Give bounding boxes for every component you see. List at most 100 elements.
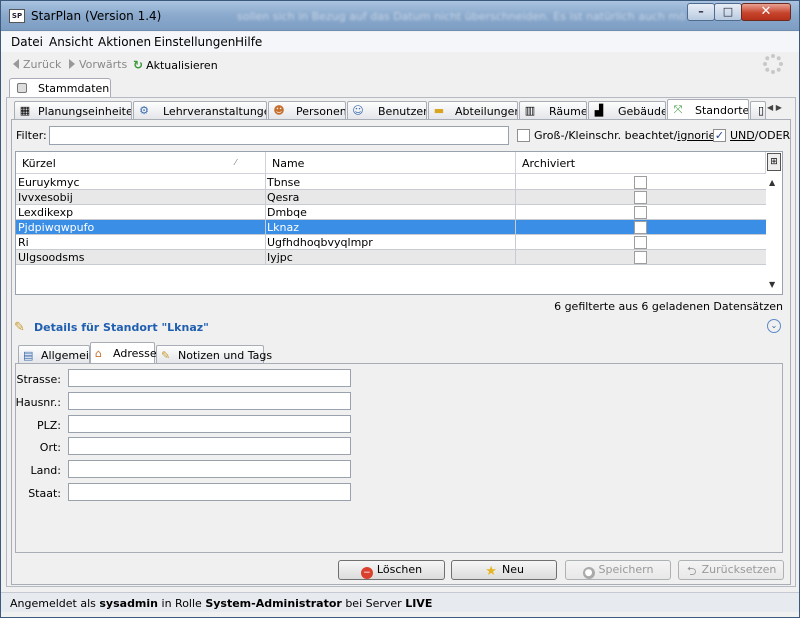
menu-aktionen[interactable]: Aktionen	[98, 35, 151, 49]
column-selector-button[interactable]: ⊞	[767, 153, 781, 171]
scroll-up-icon[interactable]: ▲	[769, 178, 775, 187]
collapse-details-button[interactable]: ⌄	[767, 319, 781, 333]
status-role: System-Administrator	[205, 597, 342, 610]
document-icon: ▯	[757, 104, 765, 117]
tab-notizen-und-tags[interactable]: ✎ Notizen und Tags	[156, 345, 272, 363]
archived-checkbox[interactable]	[634, 221, 647, 234]
forward-button[interactable]: Vorwärts	[69, 58, 127, 71]
cell-kuerzel: Ri	[18, 236, 29, 249]
column-header-label: Name	[272, 157, 305, 170]
user-icon: ☺	[352, 104, 364, 117]
table-row[interactable]: Ivvxesobij Qesra	[16, 190, 766, 205]
stammdaten-icon	[17, 83, 27, 93]
maximize-icon: □	[722, 5, 734, 18]
tab-lehrveranstaltungen[interactable]: ⚙ Lehrveranstaltungen	[133, 101, 267, 119]
tab-standorte[interactable]: ⤧ Standorte	[667, 99, 749, 120]
staat-label: Staat:	[28, 487, 61, 500]
tab-raeume[interactable]: ▥ Räume	[519, 101, 587, 119]
save-label: Speichern	[598, 563, 654, 576]
column-header-archiviert[interactable]: Archiviert	[516, 152, 766, 174]
location-icon: ⤧	[673, 103, 683, 116]
archived-checkbox[interactable]	[634, 206, 647, 219]
case-sensitive-checkbox[interactable]	[517, 129, 530, 142]
column-header-kuerzel[interactable]: Kürzel	[16, 152, 266, 174]
status-user: sysadmin	[99, 597, 159, 610]
ort-input[interactable]	[68, 437, 351, 455]
menu-ansicht[interactable]: Ansicht	[49, 35, 93, 49]
table-row[interactable]: Lexdikexp Dmbqe	[16, 205, 766, 220]
column-header-name[interactable]: Name	[266, 152, 516, 174]
grid-icon: ▦	[19, 104, 31, 117]
menu-einstellungen[interactable]: Einstellungen	[154, 35, 235, 49]
cell-name: Lknaz	[267, 221, 299, 234]
archived-checkbox[interactable]	[634, 251, 647, 264]
tab-label: Benutzer	[378, 105, 427, 118]
background-window-text: sollen sich in Bezug auf das Datum nicht…	[237, 10, 686, 23]
checkmark-icon: ✓	[714, 129, 725, 142]
cell-name: Tbnse	[267, 176, 301, 189]
table-vertical-scrollbar[interactable]: ▲ ▼	[766, 174, 782, 294]
tab-gebaeude[interactable]: ▟ Gebäude	[588, 101, 666, 119]
tab-stammdaten[interactable]: Stammdaten	[9, 78, 111, 98]
title-bar[interactable]: SP StarPlan (Version 1.4) sollen sich in…	[1, 1, 799, 31]
tab-label: Notizen und Tags	[178, 349, 273, 362]
archived-checkbox[interactable]	[634, 191, 647, 204]
reset-label: Zurücksetzen	[701, 563, 777, 576]
tab-abteilungen[interactable]: ▬ Abteilungen	[428, 101, 518, 119]
sort-indicator-icon: ⁄	[235, 158, 237, 167]
table-row[interactable]: Euruykmyc Tbnse	[16, 175, 766, 190]
archived-checkbox[interactable]	[634, 176, 647, 189]
folder-icon: ▬	[433, 104, 445, 117]
refresh-button[interactable]: ↻ Aktualisieren	[133, 58, 218, 72]
menu-datei[interactable]: Datei	[11, 35, 43, 49]
app-window: SP StarPlan (Version 1.4) sollen sich in…	[0, 0, 800, 618]
filter-input[interactable]	[49, 126, 509, 145]
archived-checkbox[interactable]	[634, 236, 647, 249]
tab-scroll-right-icon[interactable]: ▶	[776, 103, 782, 112]
tab-allgemein[interactable]: ▤ Allgemein	[18, 345, 96, 363]
toolbar: Zurück Vorwärts ↻ Aktualisieren	[1, 53, 799, 75]
hausnr-label: Hausnr.:	[15, 396, 61, 409]
save-button[interactable]: ● Speichern	[565, 560, 671, 580]
column-selector-icon: ⊞	[770, 157, 778, 167]
menu-hilfe[interactable]: Hilfe	[235, 35, 262, 49]
note-icon: ✎	[161, 349, 171, 362]
tab-scroll-left-icon[interactable]: ◀	[767, 103, 773, 112]
land-label: Land:	[30, 464, 61, 477]
tab-adresse[interactable]: ⌂ Adresse	[90, 342, 157, 364]
tab-label: Standorte	[695, 104, 749, 117]
scroll-down-icon[interactable]: ▼	[769, 280, 775, 289]
login-status: Angemeldet als sysadmin in Rolle System-…	[10, 597, 432, 610]
reset-button[interactable]: ⮌ Zurücksetzen	[678, 560, 784, 580]
list-icon: ▤	[23, 349, 34, 362]
land-input[interactable]	[68, 460, 351, 478]
tab-personen[interactable]: ☻ Personen	[268, 101, 346, 119]
und-checkbox[interactable]: ✓	[713, 129, 726, 142]
hausnr-input[interactable]	[68, 392, 351, 410]
delete-icon: −	[360, 567, 373, 579]
status-server-prefix: bei Server	[345, 597, 402, 610]
minimize-button[interactable]: –	[687, 3, 715, 21]
table-row[interactable]: Ri Ugfhdhoqbvyqlmpr	[16, 235, 766, 250]
menu-bar: Datei Ansicht Aktionen Einstellungen Hil…	[1, 32, 799, 52]
tab-overflow[interactable]: ▯	[750, 101, 766, 119]
tab-scroll-arrows[interactable]: ◀ ▶	[767, 103, 793, 119]
cell-name: Ugfhdhoqbvyqlmpr	[267, 236, 373, 249]
table-row[interactable]: Ulgsoodsms Iyjpc	[16, 250, 766, 265]
tab-planungseinheiten[interactable]: ▦ Planungseinheiten	[14, 101, 132, 119]
tab-benutzer[interactable]: ☺ Benutzer	[347, 101, 427, 119]
back-button[interactable]: Zurück	[13, 58, 61, 71]
record-count: 6 gefilterte aus 6 geladenen Datensätzen	[554, 300, 783, 313]
close-button[interactable]: ✕	[741, 3, 791, 21]
delete-button[interactable]: − Löschen	[338, 560, 445, 580]
strasse-input[interactable]	[68, 369, 351, 387]
staat-input[interactable]	[68, 483, 351, 501]
table-row-selected[interactable]: Pjdpiwqwpufo Lknaz	[16, 220, 766, 235]
chevron-double-down-icon: ⌄	[770, 321, 778, 330]
column-header-label: Kürzel	[22, 157, 56, 170]
new-button[interactable]: ★ Neu	[451, 560, 557, 580]
save-icon: ●	[582, 567, 595, 579]
plz-input[interactable]	[68, 415, 351, 433]
maximize-button[interactable]: □	[714, 3, 742, 21]
column-divider	[265, 174, 266, 265]
